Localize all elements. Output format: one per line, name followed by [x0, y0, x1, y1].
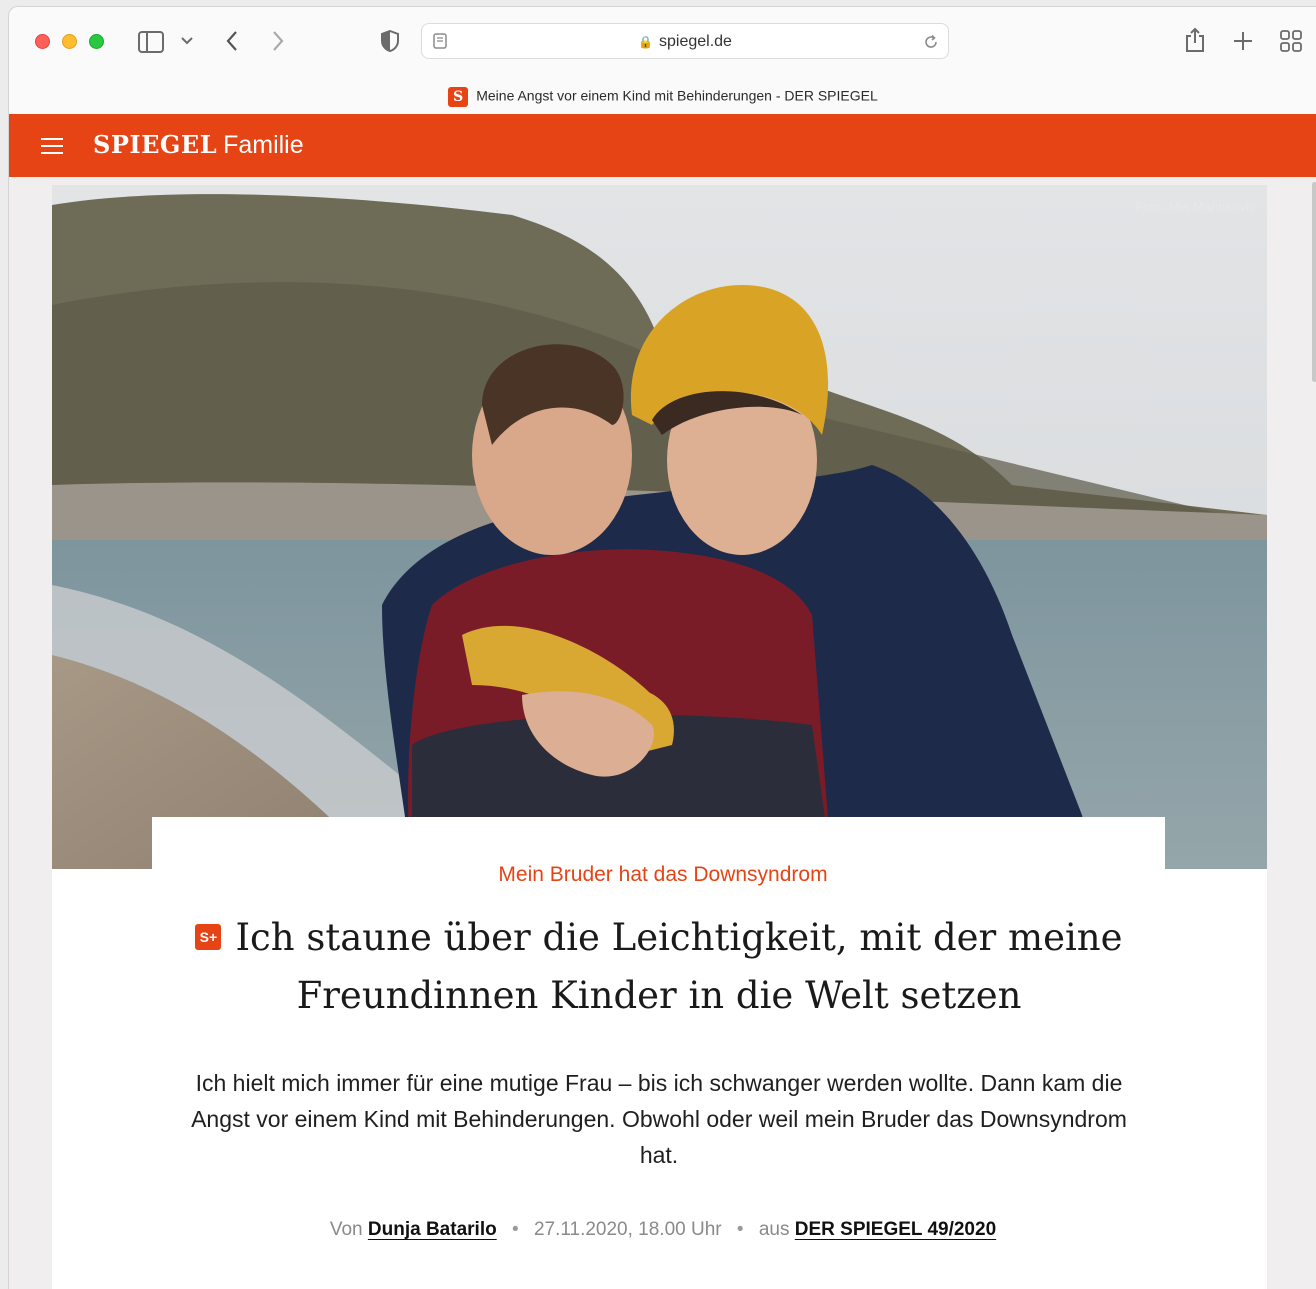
address-domain: spiegel.de	[659, 33, 732, 50]
section-name: Familie	[223, 131, 304, 159]
byline-separator: •	[736, 1219, 744, 1240]
tab-bar: S Meine Angst vor einem Kind mit Behinder…	[9, 77, 1316, 115]
lock-icon: 🔒	[638, 35, 653, 49]
headline-text: Ich staune über die Leichtigkeit, mit de…	[235, 916, 1123, 1017]
browser-window: 🔒 spiegel.de S Meine Angst vor einem Kind …	[8, 6, 1316, 1289]
byline-von: Von	[329, 1219, 363, 1240]
byline: Von Dunja Batarilo • 27.11.2020, 18.00 U…	[9, 1219, 1316, 1241]
menu-icon[interactable]	[41, 138, 63, 154]
byline-aus: aus	[758, 1219, 790, 1240]
spiegel-plus-icon: S+	[195, 923, 222, 950]
browser-toolbar: 🔒 spiegel.de	[9, 7, 1316, 77]
article-kicker: Mein Bruder hat das Downsyndrom	[498, 863, 828, 886]
forward-icon[interactable]	[267, 29, 289, 53]
issue-link[interactable]: DER SPIEGEL 49/2020	[795, 1219, 996, 1240]
back-icon[interactable]	[221, 29, 243, 53]
hero-photo: Foto: Mia Marinkovic	[52, 185, 1267, 869]
reload-icon[interactable]	[922, 33, 940, 51]
scrollbar[interactable]	[1312, 182, 1316, 382]
tab-overview-icon[interactable]	[1279, 29, 1303, 53]
share-icon[interactable]	[1183, 25, 1207, 55]
spiegel-favicon-icon: S	[448, 87, 469, 107]
publish-date: 27.11.2020, 18.00 Uhr	[533, 1219, 722, 1240]
author-link[interactable]: Dunja Batarilo	[368, 1219, 497, 1240]
article-lead: Ich hielt mich immer für eine mutige Fra…	[191, 1070, 1127, 1168]
chevron-down-icon[interactable]	[179, 33, 195, 49]
privacy-shield-icon[interactable]	[379, 29, 401, 53]
site-logo[interactable]: SPIEGEL Familie	[93, 130, 304, 160]
site-header: SPIEGEL Familie	[9, 114, 1316, 177]
article-headline[interactable]: S+ Ich staune über die Leichtigkeit, mit …	[159, 909, 1159, 1025]
spiegel-logo: SPIEGEL	[93, 130, 218, 159]
byline-separator: •	[512, 1219, 519, 1240]
active-tab[interactable]: S Meine Angst vor einem Kind mit Behinder…	[9, 87, 1316, 107]
minimize-window-button[interactable]	[62, 34, 77, 49]
photo-credit: Foto: Mia Marinkovic	[1135, 199, 1255, 214]
close-window-button[interactable]	[35, 34, 50, 49]
zoom-window-button[interactable]	[89, 34, 104, 49]
new-tab-icon[interactable]	[1231, 29, 1255, 53]
address-bar[interactable]: 🔒 spiegel.de	[421, 23, 949, 59]
tab-title: Meine Angst vor einem Kind mit Behinderu…	[476, 87, 878, 104]
sidebar-toggle-icon[interactable]	[137, 29, 165, 55]
